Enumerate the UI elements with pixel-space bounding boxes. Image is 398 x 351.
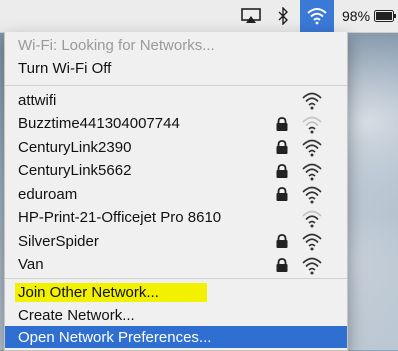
- airplay-icon[interactable]: [236, 0, 266, 32]
- wifi-status: Wi-Fi: Looking for Networks...: [5, 34, 347, 56]
- create-network-label: Create Network...: [18, 306, 135, 324]
- network-name: CenturyLink2390: [18, 138, 132, 156]
- join-other-network-label: Join Other Network...: [18, 283, 159, 301]
- network-name: Buzztime441304007744: [18, 115, 180, 132]
- turn-wifi-off-label: Turn Wi-Fi Off: [18, 59, 112, 77]
- wifi-signal-icon: [302, 186, 322, 204]
- network-item[interactable]: CenturyLink5662: [5, 160, 347, 182]
- wifi-signal-icon: [302, 257, 322, 274]
- lock-icon: [276, 116, 288, 131]
- wifi-signal-icon: [302, 92, 322, 110]
- network-item[interactable]: Van: [5, 254, 347, 276]
- wifi-signal-icon: [302, 116, 322, 133]
- network-item[interactable]: eduroam: [5, 183, 347, 205]
- wifi-signal-icon: [302, 233, 322, 251]
- wifi-icon[interactable]: [300, 0, 334, 32]
- network-item[interactable]: HP-Print-21-Officejet Pro 8610: [5, 207, 347, 229]
- wifi-signal-icon: [302, 163, 322, 180]
- turn-wifi-off-item[interactable]: Turn Wi-Fi Off: [5, 57, 347, 79]
- wifi-status-label: Wi-Fi: Looking for Networks...: [18, 36, 215, 54]
- create-network-item[interactable]: Create Network...: [5, 304, 347, 326]
- lock-icon: [276, 257, 288, 272]
- lock-icon: [276, 140, 288, 154]
- open-network-preferences-label: Open Network Preferences...: [18, 328, 212, 346]
- battery-indicator[interactable]: 98%: [338, 0, 398, 32]
- network-name: attwifi: [18, 91, 57, 109]
- lock-icon: [276, 163, 288, 178]
- battery-icon: [374, 10, 397, 22]
- menu-bar: 98%: [0, 0, 398, 33]
- network-name: SilverSpider: [18, 232, 99, 250]
- wifi-signal-icon: [302, 210, 322, 227]
- bluetooth-icon[interactable]: [272, 0, 294, 32]
- separator: [5, 85, 347, 86]
- network-name: Van: [18, 256, 44, 273]
- network-item[interactable]: Buzztime441304007744: [5, 113, 347, 135]
- open-network-preferences-item[interactable]: Open Network Preferences...: [5, 326, 347, 348]
- wifi-dropdown-menu: Wi-Fi: Looking for Networks... Turn Wi-F…: [4, 32, 348, 351]
- wifi-signal-icon: [302, 139, 322, 157]
- join-other-network-item[interactable]: Join Other Network...: [5, 281, 347, 303]
- network-name: CenturyLink5662: [18, 162, 132, 179]
- network-name: HP-Print-21-Officejet Pro 8610: [18, 209, 222, 226]
- network-item[interactable]: attwifi: [5, 89, 347, 111]
- battery-percent: 98%: [342, 8, 371, 24]
- lock-icon: [276, 187, 288, 201]
- network-item[interactable]: SilverSpider: [5, 230, 347, 252]
- network-name: eduroam: [18, 185, 78, 203]
- lock-icon: [276, 234, 288, 248]
- network-item[interactable]: CenturyLink2390: [5, 136, 347, 158]
- separator: [5, 278, 347, 279]
